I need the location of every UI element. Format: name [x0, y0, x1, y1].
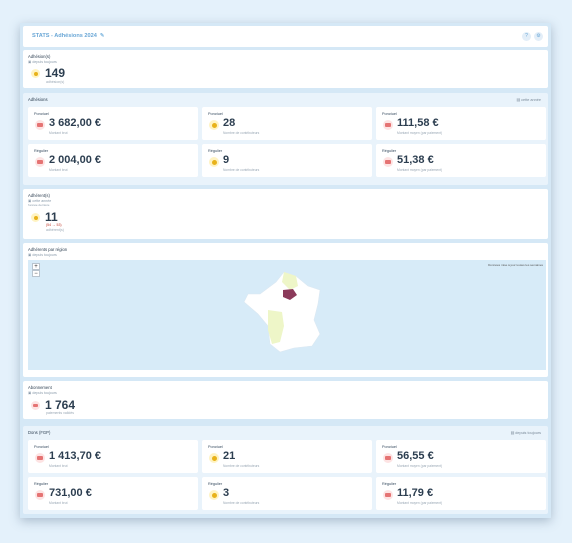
stat-sub: Nombre de contributeurs — [223, 168, 260, 172]
stat-sub: Nombre de contributeurs — [223, 464, 260, 468]
abonnement-count: 1 764 — [45, 398, 76, 412]
card-title: Abonnement — [28, 385, 52, 390]
stat-sub: Montant moyen (par paiement) — [397, 501, 443, 505]
stat-card: Régulier 9 Nombre de contributeurs — [202, 144, 372, 177]
smiley-icon — [31, 69, 40, 78]
stat-label: Régulier — [208, 482, 223, 486]
stat-card: Régulier 3 Nombre de contributeurs — [202, 477, 372, 510]
stat-label: Régulier — [382, 149, 397, 153]
stat-value: 1 413,70 € — [49, 450, 101, 462]
adherents-count: 11 — [45, 210, 58, 224]
region-map-card: Adhérents par région ▣ depuis toujours +… — [23, 243, 548, 377]
card-icon — [35, 157, 45, 167]
stat-value: 2 004,00 € — [49, 154, 101, 166]
stat-value: 51,38 € — [397, 154, 434, 166]
stat-sub: Montant brut — [49, 501, 68, 505]
smiley-icon — [209, 453, 219, 463]
dashboard-frame: STATS - Adhésions 2024 ✎ ? ⚙ Adhésion(s) … — [20, 23, 551, 518]
stat-sub: Montant brut — [49, 131, 68, 135]
stat-card: Régulier 51,38 € Montant moyen (par paieme… — [376, 144, 546, 177]
stat-label: Ponctuel — [208, 445, 223, 449]
card-icon — [383, 453, 393, 463]
smiley-icon — [31, 213, 40, 222]
card-icon — [35, 490, 45, 500]
smiley-icon — [209, 157, 219, 167]
page-title: STATS - Adhésions 2024 ✎ — [32, 33, 105, 39]
stat-card: Ponctuel 21 Nombre de contributeurs — [202, 440, 372, 473]
card-title: Adhérent(s) — [28, 193, 50, 198]
help-icon[interactable]: ? — [522, 32, 531, 41]
stat-sub: Montant brut — [49, 168, 68, 172]
stat-sub: Montant moyen (par paiement) — [397, 168, 443, 172]
stat-value: 9 — [223, 154, 230, 166]
card-title: Adhésion(s) — [28, 54, 51, 59]
card-icon — [383, 120, 393, 130]
stat-value: 21 — [223, 450, 236, 462]
abonnement-card: Abonnement ▣ depuis toujours 1 764 paiem… — [23, 381, 548, 419]
stat-value: 56,55 € — [397, 450, 434, 462]
stat-card: Ponctuel 3 682,00 € Montant brut — [28, 107, 198, 140]
stat-value: 11,79 € — [397, 487, 434, 499]
stat-card: Régulier 2 004,00 € Montant brut — [28, 144, 198, 177]
section-title: Dons (FGP) — [28, 430, 51, 435]
stat-label: Ponctuel — [382, 445, 397, 449]
card-icon — [31, 401, 40, 410]
stat-card: Ponctuel 111,58 € Montant moyen (par paiem… — [376, 107, 546, 140]
stat-label: Régulier — [34, 482, 49, 486]
adhesions-total-card: Adhésion(s) ▣ depuis toujours 149 adhési… — [23, 50, 548, 88]
adhesions-count: 149 — [45, 66, 66, 80]
stat-label: Ponctuel — [34, 112, 49, 116]
settings-icon[interactable]: ⚙ — [534, 32, 543, 41]
dons-section: Dons (FGP) ▤ depuis toujours Ponctuel 1 4… — [23, 426, 548, 514]
stat-card: Ponctuel 56,55 € Montant moyen (par paieme… — [376, 440, 546, 473]
smiley-icon — [209, 490, 219, 500]
card-icon — [383, 490, 393, 500]
stat-card: Régulier 731,00 € Montant brut — [28, 477, 198, 510]
period-selector[interactable]: ▤ cette année — [516, 97, 541, 102]
adhesions-sub: adhésion(s) — [46, 80, 65, 84]
adherents-delta: (54 → 53) — [46, 223, 62, 227]
stat-sub: Nombre de contributeurs — [223, 501, 260, 505]
stat-sub: Nombre de contributeurs — [223, 131, 260, 135]
card-icon — [35, 453, 45, 463]
adherents-sub: adhérent(s) — [46, 228, 64, 232]
page-header: STATS - Adhésions 2024 ✎ ? ⚙ — [23, 26, 548, 47]
stat-sub: Montant moyen (par paiement) — [397, 131, 443, 135]
abonnement-sub: paiements validés — [46, 411, 75, 415]
stat-label: Régulier — [208, 149, 223, 153]
stat-card: Ponctuel 1 413,70 € Montant brut — [28, 440, 198, 473]
stat-label: Régulier — [34, 149, 49, 153]
stat-card: Régulier 11,79 € Montant moyen (par paieme… — [376, 477, 546, 510]
section-title: Adhésions — [28, 97, 48, 102]
stat-card: Ponctuel 28 Nombre de contributeurs — [202, 107, 372, 140]
period-compare-label: l'année dernière — [28, 203, 50, 207]
pencil-icon[interactable]: ✎ — [100, 33, 105, 39]
france-map[interactable]: + − Données mise à jour toutes les semai… — [28, 260, 546, 370]
smiley-icon — [209, 120, 219, 130]
adhesions-section: Adhésions ▤ cette année Ponctuel 3 682,00… — [23, 93, 548, 185]
map-svg — [243, 271, 321, 353]
card-icon — [383, 157, 393, 167]
stat-sub: Montant moyen (par paiement) — [397, 464, 443, 468]
stat-value: 3 — [223, 487, 230, 499]
period-label: ▣ depuis toujours — [28, 391, 57, 395]
stat-label: Ponctuel — [382, 112, 397, 116]
stat-sub: Montant brut — [49, 464, 68, 468]
stat-value: 111,58 € — [397, 117, 439, 129]
card-icon — [35, 120, 45, 130]
card-title: Adhérents par région — [28, 247, 68, 252]
adherents-card: Adhérent(s) ▣ cette année l'année derniè… — [23, 189, 548, 239]
stat-label: Ponctuel — [208, 112, 223, 116]
stat-value: 28 — [223, 117, 236, 129]
stat-value: 3 682,00 € — [49, 117, 101, 129]
period-selector[interactable]: ▤ depuis toujours — [511, 430, 541, 435]
stat-value: 731,00 € — [49, 487, 92, 499]
stat-label: Ponctuel — [34, 445, 49, 449]
stat-label: Régulier — [382, 482, 397, 486]
period-label: ▣ depuis toujours — [28, 60, 57, 64]
period-label: ▣ depuis toujours — [28, 253, 57, 257]
